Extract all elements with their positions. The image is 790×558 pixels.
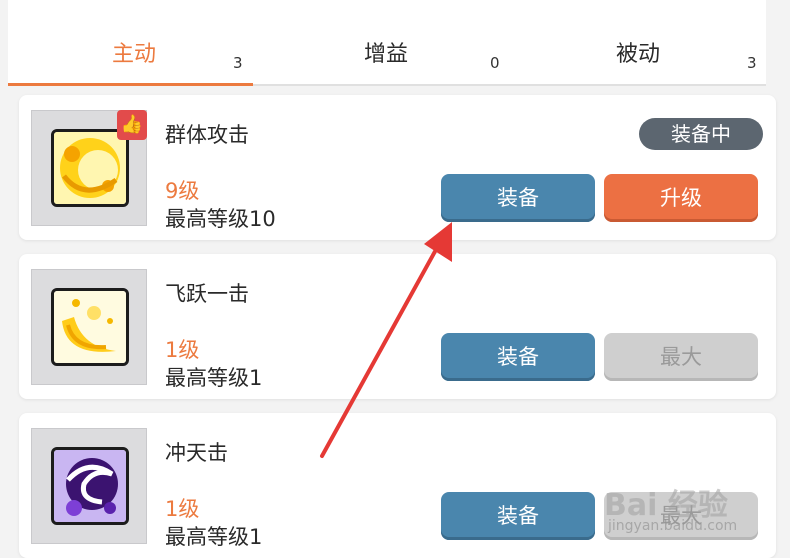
equip-button[interactable]: 装备	[441, 492, 595, 540]
skill-level: 1级	[165, 497, 200, 521]
skill-name: 群体攻击	[165, 123, 249, 147]
max-level-button[interactable]: 最大	[604, 333, 758, 381]
tab-active-skills[interactable]: 主动 3	[8, 0, 260, 86]
tab-label: 主动	[111, 42, 156, 67]
equip-button[interactable]: 装备	[441, 333, 595, 381]
upgrade-button[interactable]: 升级	[604, 174, 758, 222]
skill-tabs: 主动 3 增益 0 被动 3	[8, 0, 766, 86]
equip-button[interactable]: 装备	[441, 174, 595, 222]
tab-label: 增益	[363, 42, 408, 67]
purple-swirl-icon	[51, 447, 129, 525]
tab-buff-skills[interactable]: 增益 0	[260, 0, 512, 84]
skill-name: 飞跃一击	[165, 282, 249, 306]
thumbs-up-icon: 👍	[117, 110, 147, 140]
golden-crescent-icon	[51, 129, 129, 207]
skill-max-level: 最高等级10	[165, 207, 276, 231]
baidu-watermark: Bai 经验 jingyan.baidu.com	[600, 466, 780, 546]
skill-card: 飞跃一击 1级 最高等级1 装备 最大	[19, 254, 776, 399]
skill-level: 9级	[165, 179, 200, 203]
watermark-url: jingyan.baidu.com	[608, 518, 738, 534]
equipped-badge: 装备中	[639, 118, 763, 150]
skill-max-level: 最高等级1	[165, 366, 263, 390]
skill-icon-frame	[31, 428, 147, 544]
tab-count: 3	[747, 54, 757, 72]
skill-max-level: 最高等级1	[165, 525, 263, 549]
tab-passive-skills[interactable]: 被动 3	[512, 0, 764, 84]
skill-level: 1级	[165, 338, 200, 362]
tab-count: 0	[490, 54, 500, 72]
tab-label: 被动	[615, 42, 660, 67]
golden-slash-icon	[51, 288, 129, 366]
skill-icon-frame	[31, 269, 147, 385]
tab-count: 3	[233, 54, 243, 72]
skill-card: 👍 群体攻击 9级 最高等级10 装备中 装备 升级	[19, 95, 776, 240]
skill-name: 冲天击	[165, 441, 228, 465]
skill-icon-frame: 👍	[31, 110, 147, 226]
